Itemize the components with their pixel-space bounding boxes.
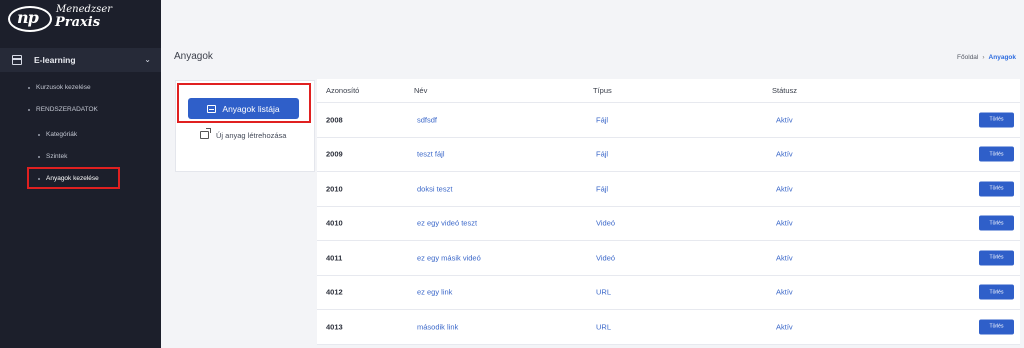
cell-name[interactable]: teszt fájl bbox=[417, 150, 445, 159]
cell-type[interactable]: Fájl bbox=[596, 184, 608, 193]
calendar-icon bbox=[12, 55, 22, 65]
cell-id: 2010 bbox=[326, 184, 343, 194]
materials-table: Azonosító Név Típus Státusz 2008 sdfsdf … bbox=[317, 79, 1020, 345]
cell-type[interactable]: URL bbox=[596, 322, 611, 331]
cell-status[interactable]: Aktív bbox=[776, 184, 793, 193]
cell-id: 2009 bbox=[326, 149, 343, 159]
breadcrumb-home[interactable]: Főoldal bbox=[957, 54, 978, 61]
brand-logo[interactable]: np Menedzser Praxis bbox=[8, 4, 158, 34]
cell-id: 4012 bbox=[326, 287, 343, 297]
bullet-icon bbox=[28, 108, 30, 111]
table-row: 2010 doksi teszt Fájl Aktív Törlés bbox=[317, 172, 1020, 207]
top-bar bbox=[161, 0, 1024, 40]
cell-name[interactable]: ez egy másik videó bbox=[417, 253, 481, 262]
column-header-id[interactable]: Azonosító bbox=[326, 86, 359, 95]
cell-status[interactable]: Aktív bbox=[776, 253, 793, 262]
column-header-type[interactable]: Típus bbox=[593, 86, 612, 95]
delete-button[interactable]: Törlés bbox=[979, 181, 1014, 197]
highlight-box bbox=[177, 83, 311, 123]
delete-button[interactable]: Törlés bbox=[979, 112, 1014, 128]
breadcrumb: Főoldal › Anyagok bbox=[957, 54, 1016, 61]
sidebar-item-kategoriak[interactable]: Kategóriák bbox=[38, 131, 77, 138]
bullet-icon bbox=[28, 86, 30, 89]
breadcrumb-current[interactable]: Anyagok bbox=[989, 54, 1016, 61]
cell-type[interactable]: Fájl bbox=[596, 115, 608, 124]
cell-name[interactable]: második link bbox=[417, 322, 458, 331]
table-row: 2009 teszt fájl Fájl Aktív Törlés bbox=[317, 138, 1020, 172]
chevron-down-icon: ⌄ bbox=[144, 55, 151, 64]
brand-line-1: Menedzser bbox=[56, 4, 113, 15]
table-row: 4011 ez egy másik videó Videó Aktív Törl… bbox=[317, 241, 1020, 276]
bullet-icon bbox=[38, 155, 40, 158]
cell-status[interactable]: Aktív bbox=[776, 322, 793, 331]
delete-button[interactable]: Törlés bbox=[979, 319, 1014, 335]
cell-type[interactable]: Fájl bbox=[596, 150, 608, 159]
delete-button[interactable]: Törlés bbox=[979, 250, 1014, 266]
delete-button[interactable]: Törlés bbox=[979, 146, 1014, 162]
cell-status[interactable]: Aktív bbox=[776, 288, 793, 297]
delete-button[interactable]: Törlés bbox=[979, 215, 1014, 231]
cell-name[interactable]: sdfsdf bbox=[417, 115, 437, 124]
brand-line-2: Praxis bbox=[55, 15, 101, 30]
sidebar-item-label: Kategóriák bbox=[46, 131, 78, 138]
sidebar-item-rendszeradatok[interactable]: RENDSZERADATOK bbox=[28, 106, 98, 113]
new-material-link[interactable]: Új anyag létrehozása bbox=[187, 128, 307, 143]
cell-name[interactable]: ez egy videó teszt bbox=[417, 219, 477, 228]
sidebar: np Menedzser Praxis E-learning ⌄ Kurzuso… bbox=[0, 0, 161, 348]
sidebar-item-label: Kurzusok kezelése bbox=[36, 84, 91, 91]
cell-id: 4013 bbox=[326, 322, 343, 332]
column-header-status[interactable]: Státusz bbox=[772, 86, 797, 95]
column-header-name[interactable]: Név bbox=[414, 86, 427, 95]
cell-type[interactable]: URL bbox=[596, 288, 611, 297]
sidebar-item-kurzusok[interactable]: Kurzusok kezelése bbox=[28, 84, 91, 91]
bullet-icon bbox=[38, 133, 40, 136]
table-header: Azonosító Név Típus Státusz bbox=[317, 79, 1020, 103]
cell-type[interactable]: Videó bbox=[596, 253, 615, 262]
cell-status[interactable]: Aktív bbox=[776, 150, 793, 159]
sidebar-section-elearning[interactable]: E-learning ⌄ bbox=[0, 48, 161, 72]
cell-type[interactable]: Videó bbox=[596, 219, 615, 228]
cell-id: 4011 bbox=[326, 253, 343, 263]
breadcrumb-separator: › bbox=[982, 54, 985, 61]
cell-status[interactable]: Aktív bbox=[776, 115, 793, 124]
sidebar-item-label: RENDSZERADATOK bbox=[36, 106, 98, 113]
new-material-label: Új anyag létrehozása bbox=[216, 131, 287, 140]
sidebar-section-label: E-learning bbox=[34, 55, 76, 65]
cell-name[interactable]: doksi teszt bbox=[417, 184, 452, 193]
cell-status[interactable]: Aktív bbox=[776, 219, 793, 228]
cell-id: 4010 bbox=[326, 218, 343, 228]
cell-id: 2008 bbox=[326, 115, 343, 125]
delete-button[interactable]: Törlés bbox=[979, 284, 1014, 300]
table-row: 4012 ez egy link URL Aktív Törlés bbox=[317, 276, 1020, 310]
new-item-icon bbox=[200, 128, 211, 139]
table-row: 4010 ez egy videó teszt Videó Aktív Törl… bbox=[317, 207, 1020, 241]
page-title: Anyagok bbox=[174, 51, 213, 62]
sidebar-item-szintek[interactable]: Szintek bbox=[38, 153, 67, 160]
highlight-box bbox=[27, 167, 120, 189]
table-row: 4013 második link URL Aktív Törlés bbox=[317, 310, 1020, 345]
cell-name[interactable]: ez egy link bbox=[417, 288, 452, 297]
sidebar-item-label: Szintek bbox=[46, 153, 68, 160]
table-row: 2008 sdfsdf Fájl Aktív Törlés bbox=[317, 103, 1020, 138]
logo-mark: np bbox=[8, 6, 52, 32]
